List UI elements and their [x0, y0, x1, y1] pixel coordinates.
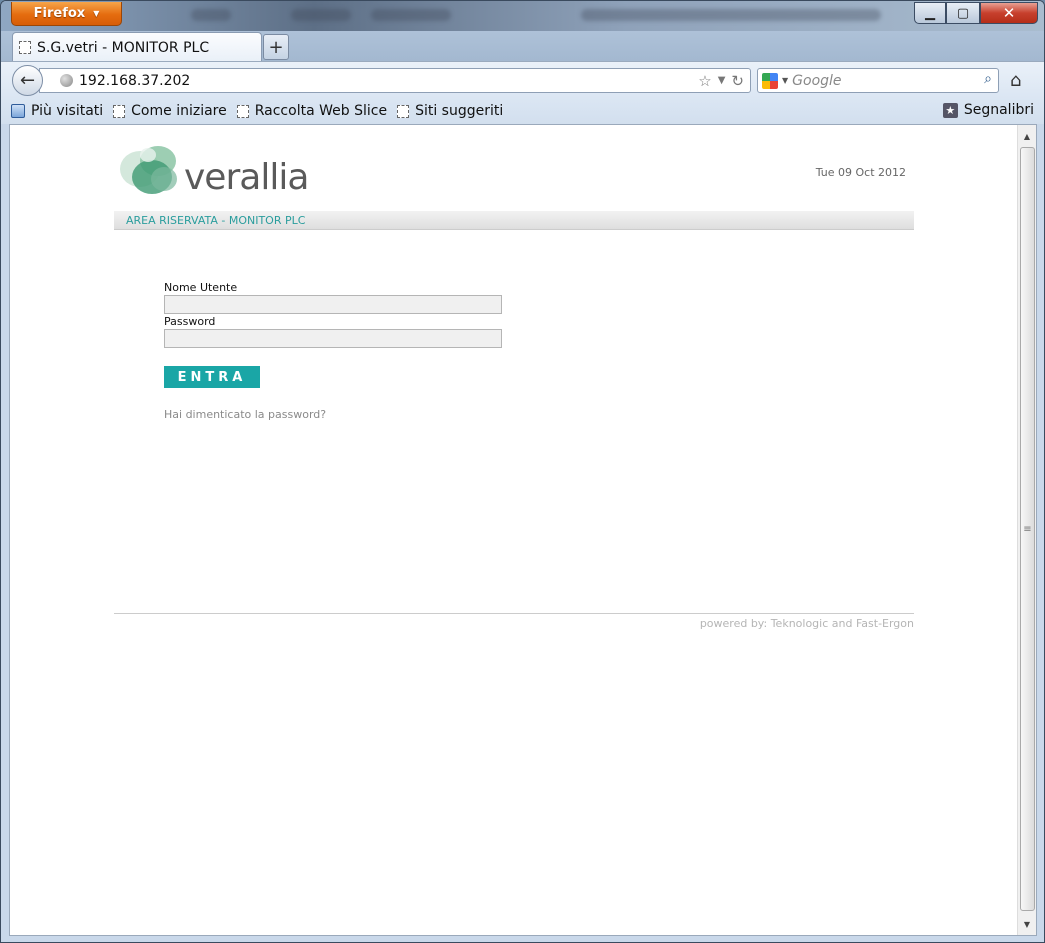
verallia-logo: verallia: [118, 139, 309, 204]
vertical-scrollbar[interactable]: ▲ ≡ ▼: [1017, 125, 1036, 935]
new-tab-button[interactable]: +: [263, 34, 289, 60]
browser-window: Firefox ▼ ▁ ▢ ✕ S.G.vetri - MONITOR PLC …: [0, 0, 1045, 943]
home-icon[interactable]: ⌂: [1010, 70, 1021, 91]
bookmarks-star-icon: ★: [942, 102, 958, 118]
tab-active[interactable]: S.G.vetri - MONITOR PLC: [12, 32, 262, 62]
bookmark-label: Raccolta Web Slice: [254, 103, 388, 119]
area-title-bar: AREA RISERVATA - MONITOR PLC: [114, 211, 914, 230]
bookmark-star-icon[interactable]: ☆: [698, 72, 711, 90]
powered-by-text: powered by: Teknologic and Fast-Ergon: [699, 617, 914, 630]
address-bar[interactable]: 192.168.37.202 ☆ ▼ ↻: [39, 68, 751, 93]
login-form: Nome Utente Password ENTRA Hai dimentica…: [164, 281, 502, 421]
bookmark-web-slice-gallery[interactable]: Raccolta Web Slice: [236, 103, 388, 119]
search-bar[interactable]: ▼ Google ⌕: [757, 68, 999, 93]
password-label: Password: [164, 315, 216, 328]
window-controls: ▁ ▢ ✕: [914, 2, 1038, 24]
current-date: Tue 09 Oct 2012: [815, 166, 906, 179]
title-bar: [1, 1, 1044, 31]
page-icon: [397, 104, 410, 118]
forgot-password-link[interactable]: Hai dimenticato la password?: [164, 408, 502, 421]
maximize-icon: ▢: [956, 5, 970, 21]
bookmark-most-visited[interactable]: Più visitati: [11, 103, 103, 119]
bookmark-label: Più visitati: [31, 103, 104, 119]
password-input[interactable]: [164, 329, 502, 348]
area-title: AREA RISERVATA - MONITOR PLC: [126, 214, 306, 227]
footer-divider: [114, 613, 914, 614]
bookmark-suggested-sites[interactable]: Siti suggeriti: [397, 103, 503, 119]
close-button[interactable]: ✕: [980, 2, 1038, 24]
back-arrow-icon: ←: [19, 70, 36, 91]
url-text: 192.168.37.202: [79, 72, 191, 89]
navigation-bar: 192.168.37.202 ☆ ▼ ↻ ← ▼ Google ⌕ ⌂: [1, 61, 1044, 98]
reload-icon[interactable]: ↻: [731, 72, 744, 90]
most-visited-icon: [11, 104, 25, 118]
close-icon: ✕: [1002, 4, 1016, 22]
bookmarks-toolbar: Più visitati Come iniziare Raccolta Web …: [1, 98, 1044, 124]
page-icon: [113, 104, 126, 118]
search-icon[interactable]: ⌕: [984, 71, 992, 87]
search-engine-dropdown-icon[interactable]: ▼: [782, 76, 788, 85]
minimize-button[interactable]: ▁: [914, 2, 946, 24]
plus-icon: +: [268, 36, 284, 58]
logo-text: verallia: [184, 157, 309, 198]
minimize-icon: ▁: [925, 5, 935, 21]
chevron-down-icon: ▼: [93, 9, 100, 18]
bookmark-label: Siti suggeriti: [415, 103, 504, 119]
username-label: Nome Utente: [164, 281, 238, 294]
bookmarks-menu-button[interactable]: ★ Segnalibri: [942, 102, 1034, 118]
scroll-down-arrow-icon[interactable]: ▼: [1018, 915, 1036, 933]
bookmark-label: Come iniziare: [131, 103, 227, 119]
page-icon: [236, 104, 249, 118]
maximize-button[interactable]: ▢: [946, 2, 980, 24]
bookmark-getting-started[interactable]: Come iniziare: [113, 103, 227, 119]
page-favicon-icon: [19, 41, 31, 54]
globe-icon: [60, 74, 73, 87]
scroll-up-arrow-icon[interactable]: ▲: [1018, 127, 1036, 145]
search-input[interactable]: Google: [792, 73, 841, 89]
logo-bubbles-icon: [120, 146, 177, 194]
page-viewport: ▲ ≡ ▼ verallia Tue 09 Oct 2012 AREA RISE…: [9, 124, 1037, 936]
firefox-menu-label: Firefox: [33, 6, 86, 21]
scroll-thumb[interactable]: ≡: [1020, 147, 1035, 911]
tab-title: S.G.vetri - MONITOR PLC: [37, 39, 210, 56]
firefox-menu-button[interactable]: Firefox ▼: [11, 2, 122, 26]
username-input[interactable]: [164, 295, 502, 314]
back-button[interactable]: ←: [12, 65, 43, 96]
login-button[interactable]: ENTRA: [164, 366, 260, 388]
history-dropdown-icon[interactable]: ▼: [718, 72, 726, 90]
bookmarks-menu-label: Segnalibri: [963, 102, 1034, 118]
google-icon[interactable]: [762, 72, 778, 89]
